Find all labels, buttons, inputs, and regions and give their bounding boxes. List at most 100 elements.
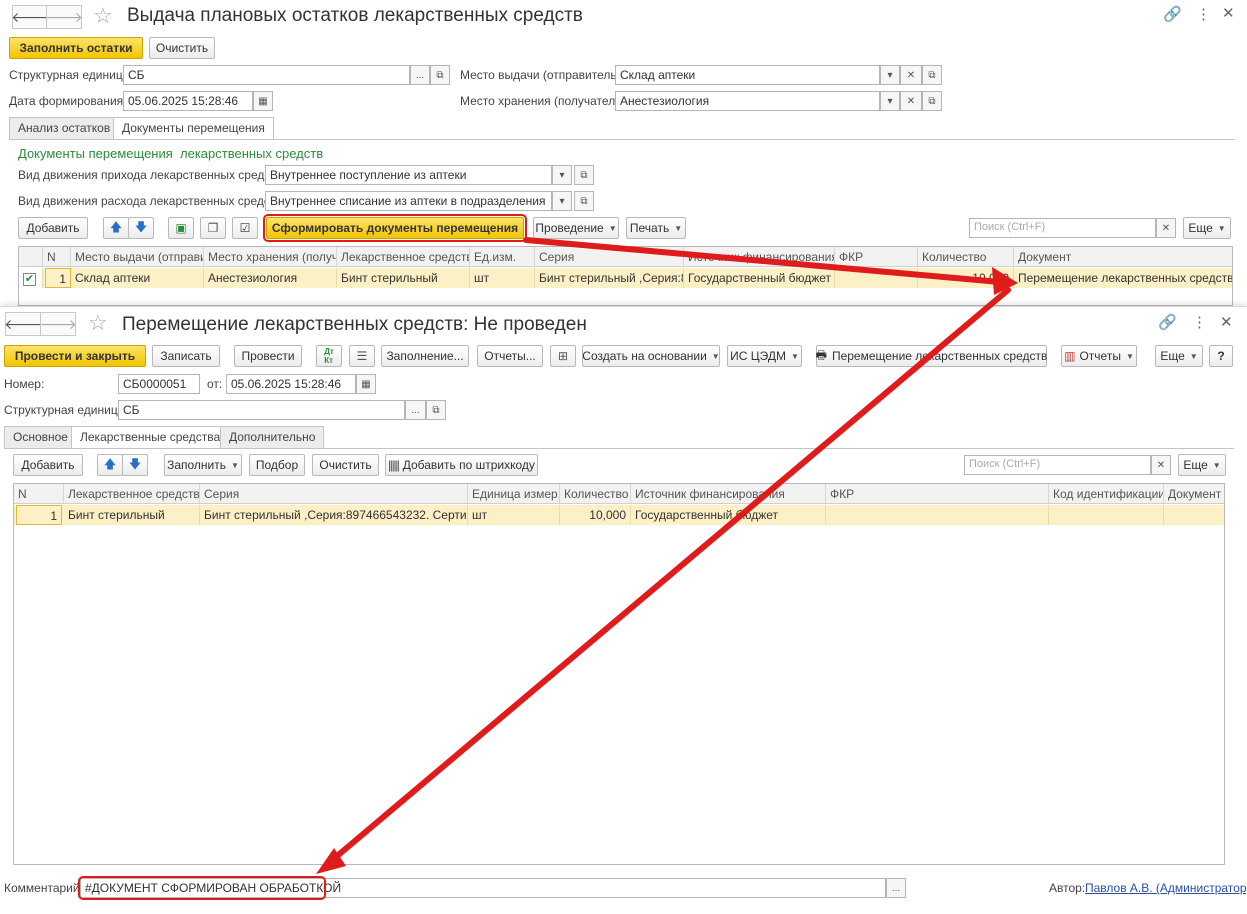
close-icon[interactable]: ✕: [1220, 315, 1233, 331]
issue-place-field[interactable]: Склад аптеки: [615, 65, 880, 85]
col-drug[interactable]: Лекарственное средств...: [337, 247, 470, 267]
expense-field[interactable]: Внутреннее списание из аптеки в подразде…: [265, 191, 552, 211]
struct-unit-field[interactable]: СБ: [123, 65, 410, 85]
favorite-star-icon[interactable]: ☆: [93, 5, 113, 27]
col-funding[interactable]: Источник финансирования: [631, 484, 826, 504]
list-icon[interactable]: ☰: [349, 345, 375, 367]
move-down-icon[interactable]: 🡇: [128, 217, 154, 239]
post-button[interactable]: Провести: [234, 345, 302, 367]
link-icon[interactable]: 🔗: [1158, 315, 1177, 331]
tab-move-documents[interactable]: Документы перемещения: [113, 117, 274, 140]
income-open-icon[interactable]: ⧉: [574, 165, 594, 185]
col-quantity[interactable]: Количество: [560, 484, 631, 504]
link-icon[interactable]: 🔗: [1163, 7, 1182, 23]
checkbox-checked-icon[interactable]: ✔: [23, 273, 36, 286]
col-series[interactable]: Серия: [535, 247, 684, 267]
clear-button[interactable]: Очистить: [312, 454, 379, 476]
col-fkr[interactable]: ФКР: [835, 247, 918, 267]
back-button[interactable]: 🡐: [11, 5, 49, 29]
date-field[interactable]: 05.06.2025 15:28:46: [123, 91, 253, 111]
more-button[interactable]: Еще ▼: [1183, 217, 1231, 239]
create-based-button[interactable]: Создать на основании ▼: [582, 345, 720, 367]
more-table-button[interactable]: Еще ▼: [1178, 454, 1226, 476]
tab-additional[interactable]: Дополнительно: [220, 426, 325, 448]
issue-place-open-icon[interactable]: ⧉: [922, 65, 942, 85]
col-quantity[interactable]: Количество: [918, 247, 1014, 267]
reports-dropdown-button[interactable]: ▥ Отчеты ▼: [1061, 345, 1137, 367]
storage-place-field[interactable]: Анестезиология: [615, 91, 880, 111]
select-button[interactable]: Подбор: [249, 454, 305, 476]
back-button[interactable]: 🡐: [4, 312, 42, 336]
posting-button[interactable]: Проведение ▼: [533, 217, 619, 239]
search-clear-icon[interactable]: ✕: [1156, 218, 1176, 238]
move-up-icon[interactable]: 🡅: [103, 217, 129, 239]
calendar-icon[interactable]: ▦: [356, 374, 376, 394]
col-doc[interactable]: Документ р: [1164, 484, 1224, 504]
reports-button[interactable]: Отчеты...: [477, 345, 543, 367]
search-input[interactable]: Поиск (Ctrl+F): [964, 455, 1151, 475]
favorite-star-icon[interactable]: ☆: [88, 312, 108, 334]
col-fkr[interactable]: ФКР: [826, 484, 1049, 504]
tab-drugs[interactable]: Лекарственные средства: [71, 426, 230, 449]
col-id-code[interactable]: Код идентификации: [1049, 484, 1164, 504]
storage-place-dropdown-icon[interactable]: ▾: [880, 91, 900, 111]
income-field[interactable]: Внутреннее поступление из аптеки: [265, 165, 552, 185]
is-cedm-button[interactable]: ИС ЦЭДМ ▼: [727, 345, 802, 367]
more-vert-icon[interactable]: ⋮: [1196, 7, 1211, 23]
print-move-button[interactable]: 🖶 Перемещение лекарственных средств: [816, 345, 1047, 367]
search-input[interactable]: Поиск (Ctrl+F): [969, 218, 1156, 238]
add-button[interactable]: Добавить: [13, 454, 83, 476]
author-link[interactable]: Павлов А.В. (Администратор): [1085, 881, 1247, 895]
row-document[interactable]: Перемещение лекарственных средств СБ: [1014, 268, 1232, 288]
uncheck-all-icon[interactable]: ☑: [232, 217, 258, 239]
table-row[interactable]: ✔ 1 Склад аптеки Анестезиология Бинт сте…: [19, 268, 1232, 288]
number-field[interactable]: СБ0000051: [118, 374, 200, 394]
storage-place-clear-icon[interactable]: ✕: [900, 91, 922, 111]
col-funding[interactable]: Источник финансирования: [684, 247, 835, 267]
barcode-button[interactable]: ||||| Добавить по штрихкоду: [385, 454, 538, 476]
post-and-close-button[interactable]: Провести и закрыть: [4, 345, 146, 367]
date-field[interactable]: 05.06.2025 15:28:46: [226, 374, 356, 394]
close-icon[interactable]: ✕: [1222, 6, 1235, 22]
col-n[interactable]: N: [43, 247, 71, 267]
col-issue-place[interactable]: Место выдачи (отправи...: [71, 247, 204, 267]
move-up-icon[interactable]: 🡅: [97, 454, 123, 476]
struct-unit-field[interactable]: СБ: [118, 400, 405, 420]
fill-button[interactable]: Заполнение...: [381, 345, 469, 367]
more-button[interactable]: Еще ▼: [1155, 345, 1203, 367]
help-button[interactable]: ?: [1209, 345, 1233, 367]
col-document[interactable]: Документ: [1014, 247, 1232, 267]
comment-expand-icon[interactable]: ...: [886, 878, 906, 898]
struct-unit-select-icon[interactable]: ...: [410, 65, 430, 85]
col-unit[interactable]: Ед.изм.: [470, 247, 535, 267]
search-clear-icon[interactable]: ✕: [1151, 455, 1171, 475]
income-dropdown-icon[interactable]: ▾: [552, 165, 572, 185]
row-checkbox[interactable]: ✔: [19, 268, 43, 288]
col-n[interactable]: N: [14, 484, 64, 504]
more-vert-icon[interactable]: ⋮: [1192, 315, 1207, 331]
structure-icon[interactable]: ⊞: [550, 345, 576, 367]
clear-button[interactable]: Очистить: [149, 37, 215, 59]
struct-unit-select-icon[interactable]: ...: [405, 400, 426, 420]
col-drug[interactable]: Лекарственное средство: [64, 484, 200, 504]
fill-dropdown-button[interactable]: Заполнить ▼: [164, 454, 242, 476]
storage-place-open-icon[interactable]: ⧉: [922, 91, 942, 111]
col-unit[interactable]: Единица измер...: [468, 484, 560, 504]
struct-unit-open-icon[interactable]: ⧉: [430, 65, 450, 85]
tab-analysis[interactable]: Анализ остатков: [9, 117, 120, 139]
move-down-icon[interactable]: 🡇: [122, 454, 148, 476]
copy-icon[interactable]: ❐: [200, 217, 226, 239]
print-button[interactable]: Печать ▼: [626, 217, 686, 239]
table-row[interactable]: 1 Бинт стерильный Бинт стерильный ,Серия…: [14, 505, 1224, 525]
expense-open-icon[interactable]: ⧉: [574, 191, 594, 211]
issue-place-dropdown-icon[interactable]: ▾: [880, 65, 900, 85]
struct-unit-open-icon[interactable]: ⧉: [426, 400, 446, 420]
issue-place-clear-icon[interactable]: ✕: [900, 65, 922, 85]
calendar-icon[interactable]: ▦: [253, 91, 273, 111]
expense-dropdown-icon[interactable]: ▾: [552, 191, 572, 211]
forward-button[interactable]: 🡒: [45, 5, 83, 29]
tab-main[interactable]: Основное: [4, 426, 77, 448]
save-button[interactable]: Записать: [152, 345, 220, 367]
check-all-icon[interactable]: ▣: [168, 217, 194, 239]
add-button[interactable]: Добавить: [18, 217, 88, 239]
